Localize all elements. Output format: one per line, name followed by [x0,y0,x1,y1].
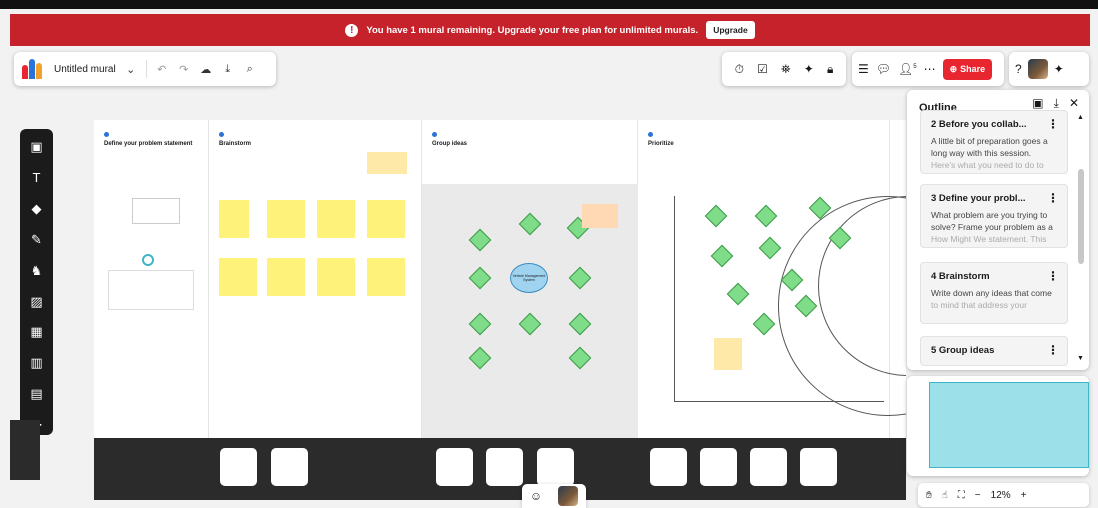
outline-scrollbar[interactable]: ▲ ▼ [1077,114,1085,362]
mural-title[interactable]: Untitled mural [54,64,116,75]
close-icon[interactable]: ✕ [1069,96,1079,111]
redo-icon[interactable]: ↷ [177,63,191,76]
left-tool-panel: ▣ T ◆ ✎ ♞ ▨ ▦ ▥ ▤ ⋯ [20,129,53,435]
members-icon[interactable]: 👤︎5 [898,62,917,76]
zoom-level[interactable]: 12% [991,490,1011,501]
panel-title: Brainstorm [219,141,252,147]
download-icon[interactable]: ⤓ [221,63,235,76]
panel-brainstorm: Brainstorm [209,120,422,438]
zoom-in-button[interactable]: + [1021,490,1027,501]
shapes-icon[interactable]: ◆ [32,201,42,219]
outline-item[interactable]: 4 Brainstorm Write down any ideas that c… [920,262,1068,324]
panel-prioritize: Prioritize [638,120,906,438]
templates-icon[interactable]: ▥ [30,355,42,373]
outline-item[interactable]: 2 Before you collab... A little bit of p… [920,110,1068,174]
presence-avatar[interactable] [558,486,579,506]
share-icon: ⊕ [949,63,958,74]
select-tool-icon[interactable]: ☝︎ [942,490,948,501]
item-menu-icon[interactable]: ⋮ [1047,269,1059,283]
export-icon[interactable]: ⤓ [1054,96,1059,111]
text-icon[interactable]: T [33,170,41,188]
cloud-icon[interactable]: ☁ [199,63,213,76]
center-node[interactable]: Vehicle Management System [510,263,548,293]
present-icon[interactable]: ▣ [1032,96,1043,111]
upgrade-button[interactable]: Upgrade [706,21,755,39]
minimap-viewport[interactable] [929,382,1089,468]
hand-tool-icon[interactable]: ✋︎ [926,490,932,501]
timer-icon[interactable]: ⏱ [735,62,744,77]
share-button[interactable]: ⊕ Share [942,58,993,80]
areas-icon[interactable]: ▤ [30,386,42,404]
collaboration-toolbar: ☰ 💬︎ 👤︎5 ⋯ ⊕ Share [852,52,1004,86]
frame-strip [94,438,906,500]
upgrade-banner: ! You have 1 mural remaining. Upgrade yo… [10,14,1090,46]
undo-icon[interactable]: ↶ [155,63,169,76]
ai-sparkle-icon[interactable]: ✦ [1054,62,1064,76]
mural-canvas[interactable]: Define your problem statement Brainstorm… [94,120,906,500]
image-icon[interactable]: ▨ [30,294,42,312]
item-menu-icon[interactable]: ⋮ [1047,117,1059,131]
fit-view-icon[interactable]: ⛶ [958,490,965,501]
help-toolbar: ? ✦ [1009,52,1089,86]
zoom-out-button[interactable]: − [975,490,981,501]
panel-title: Prioritize [648,141,674,147]
warning-icon: ! [345,23,359,37]
search-icon[interactable]: ⌕ [243,63,257,76]
outline-item[interactable]: 3 Define your probl... What problem are … [920,184,1068,248]
panel-title: Group ideas [432,141,468,147]
reaction-icon[interactable]: ☺ [530,489,542,503]
pen-icon[interactable]: ✎ [31,232,42,250]
mural-logo-icon[interactable] [22,59,46,79]
laser-pointer-icon[interactable]: ✦ [804,62,814,76]
panel-title: Define your problem statement [104,141,193,147]
left-dark-area [10,420,40,480]
top-strip [0,0,1098,9]
member-count: 5 [913,64,917,70]
chevron-down-icon[interactable]: ⌄ [124,63,138,76]
share-label: Share [960,64,986,74]
voting-icon[interactable]: ☑ [757,62,768,76]
private-mode-icon[interactable]: ⛯ [781,62,791,77]
zoom-controls: ✋︎ ☝︎ ⛶ − 12% + [918,483,1089,507]
outline-item[interactable]: 5 Group ideas ⋮ [920,336,1068,366]
outline-panel: Outline ▣ ⤓ ✕ 2 Before you collab... A l… [907,90,1089,370]
comments-icon[interactable]: 💬︎ [876,62,891,76]
item-menu-icon[interactable]: ⋮ [1047,191,1059,205]
frames-icon[interactable]: ▦ [30,324,42,342]
user-avatar[interactable] [1027,59,1048,79]
panel-define-problem: Define your problem statement [94,120,209,438]
presence-bar: ☺ [522,484,586,508]
outline-icon[interactable]: ☰ [858,62,869,76]
sticky-note-icon[interactable]: ▣ [30,139,42,157]
facilitation-toolbar: ⏱ ☑ ⛯ ✦ 🔒︎ [722,52,846,86]
icons-library-icon[interactable]: ♞ [31,263,43,281]
help-icon[interactable]: ? [1015,62,1022,76]
banner-message: You have 1 mural remaining. Upgrade your… [366,24,699,36]
top-left-toolbar: Untitled mural ⌄ ↶ ↷ ☁ ⤓ ⌕ [14,52,276,86]
item-menu-icon[interactable]: ⋮ [1047,343,1059,357]
minimap[interactable] [907,376,1089,476]
divider [145,60,147,78]
more-icon[interactable]: ⋯ [924,62,936,76]
lock-icon[interactable]: 🔒︎ [827,62,833,77]
